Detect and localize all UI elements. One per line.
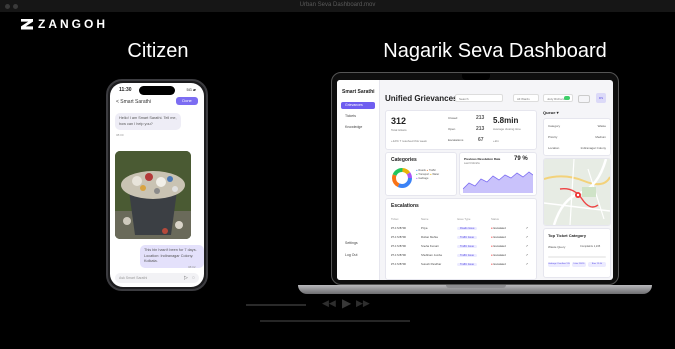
stats-card: 312 Total tickets +12% 7 resolved this w…	[385, 110, 537, 150]
location-map[interactable]	[543, 158, 611, 226]
open-ticket-icon[interactable]: ↗	[526, 250, 531, 259]
open-ticket-icon[interactable]: ↗	[526, 232, 531, 241]
tag-garbage-overflow[interactable]: Garbage Overflow 120	[548, 262, 570, 267]
window-title: Urban Seva Dashboard.mov	[299, 2, 376, 8]
avatar[interactable]: RS	[596, 93, 606, 103]
resolution-value: 79 %	[514, 156, 528, 162]
legend-item-garbage: ● Garbage	[416, 177, 429, 180]
user-message-time: 08:02	[188, 265, 196, 269]
zangoh-logo-icon	[21, 18, 33, 30]
volume-slider[interactable]	[246, 304, 306, 306]
fast-forward-icon[interactable]: ▶▶	[356, 298, 370, 309]
sidebar-item-tickets[interactable]: Tickets	[341, 113, 375, 120]
closed-value: 213	[476, 115, 485, 121]
queue-category-value: Waste	[597, 124, 606, 128]
sidebar-title: Smart Sarathi	[342, 89, 375, 95]
ward-filter-select[interactable]: All Wards	[513, 94, 539, 102]
queue-location-label: Location	[548, 146, 560, 150]
brand-name: ZANGOH	[38, 17, 108, 31]
sidebar-item-settings[interactable]: Settings	[341, 240, 375, 247]
chat-header-button[interactable]: Done	[176, 97, 198, 105]
queue-location-value: Indiranagar Colony	[580, 146, 606, 150]
rewind-icon[interactable]: ◀◀	[322, 298, 336, 309]
queue-priority-value: Medium	[595, 135, 606, 139]
table-row[interactable]: #T-1728790 Shubham Jumbe Traffic Issue ●…	[391, 250, 531, 259]
bot-message: Hello! I am Smart Sarathi. Tell me, how …	[115, 113, 181, 130]
status-toggle[interactable]	[564, 96, 570, 100]
garbage-photo[interactable]	[115, 151, 191, 239]
citizen-heading: Citizen	[127, 40, 189, 62]
page-title: Unified Grievances	[385, 94, 458, 103]
map-image	[544, 159, 610, 225]
sidebar-item-grievances[interactable]: Grievances	[341, 102, 375, 109]
escalations-label: Escalations	[448, 138, 464, 142]
laptop-camera-notch	[462, 74, 490, 80]
phone-screen: 11:30 5G ▰ < Smart Sarathi Done Hello! I…	[110, 83, 204, 287]
open-ticket-icon[interactable]: ↗	[526, 259, 531, 268]
resolution-area-chart	[463, 171, 533, 193]
top-category-count: Complaints 1,245	[580, 245, 601, 248]
video-controls: ◀◀ ▶ ▶▶	[230, 296, 440, 326]
top-category-name: Waste Query	[548, 245, 566, 249]
top-category-title: Top Ticket Category	[548, 233, 587, 238]
categories-card: Categories ● Roads ● Traffic ● Transport…	[385, 152, 457, 196]
sidebar-item-logout[interactable]: Log Out	[341, 252, 375, 259]
sidebar: Smart Sarathi Grievances Tickets Knowled…	[337, 80, 380, 280]
escalations-value: 67	[478, 137, 484, 143]
average-time-label: Average closing time	[493, 127, 521, 131]
escalations-card: Escalations Ticket Name Issue Type Statu…	[385, 198, 537, 280]
categories-title: Categories	[391, 157, 417, 163]
tag-litter[interactable]: Litter 160%	[572, 262, 586, 267]
top-category-divider	[548, 256, 606, 258]
back-button[interactable]: < Smart Sarathi	[116, 99, 151, 105]
top-category-card: Top Ticket Category Waste Query Complain…	[543, 228, 611, 278]
resolution-title: Previous Resolution Rate	[464, 157, 501, 161]
categories-donut-chart	[392, 168, 412, 188]
phone-time: 11:30	[119, 87, 132, 93]
overflowing-bin-image	[115, 151, 191, 239]
laptop-base-notch	[446, 285, 506, 288]
playback-scrubber[interactable]	[260, 320, 410, 322]
queue-category-label: Category	[548, 124, 561, 128]
phone-dynamic-island	[139, 86, 175, 95]
brand-logo: ZANGOH	[21, 17, 108, 31]
sidebar-item-knowledge[interactable]: Knowledge	[341, 124, 375, 131]
open-ticket-icon[interactable]: ↗	[526, 223, 531, 232]
table-row[interactable]: #T-1728790 Sneha Kumari Traffic Issue ● …	[391, 241, 531, 250]
search-input[interactable]: Search	[455, 94, 503, 102]
send-icon[interactable]: ▷	[184, 275, 188, 281]
open-value: 213	[476, 126, 485, 132]
escalations-title: Escalations	[391, 203, 419, 209]
table-header: Ticket Name Issue Type Status	[391, 216, 499, 221]
table-row[interactable]: #T-1728790 Rohan Mehta Traffic Issue ● E…	[391, 232, 531, 241]
microphone-icon[interactable]: ◌	[192, 275, 195, 281]
resolution-card: Previous Resolution Rate Last 6 Months 7…	[459, 152, 537, 196]
total-tickets-label: Total tickets	[391, 128, 407, 132]
queue-priority-label: Priority	[548, 135, 558, 139]
queue-card: Category Waste Priority Medium Location …	[543, 118, 611, 156]
dashboard-screen: Smart Sarathi Grievances Tickets Knowled…	[337, 80, 613, 280]
resolution-sub: Last 6 Months	[464, 162, 480, 165]
escalations-table: Ticket Name Issue Type Status #T-1728790…	[391, 214, 531, 268]
dashboard-heading: Nagarik Seva Dashboard	[383, 40, 607, 62]
table-row[interactable]: #T-1728790 Suresh Pandhar Traffic Issue …	[391, 259, 531, 268]
open-ticket-icon[interactable]: ↗	[526, 241, 531, 250]
table-row[interactable]: #T-1728790 Priya Roads Issue ● Escalated…	[391, 223, 531, 232]
total-tickets-sub: +12% 7 resolved this week	[391, 139, 427, 143]
average-time-sub: +2m	[493, 139, 499, 143]
bot-message-time: 08:00	[116, 133, 124, 137]
queue-title[interactable]: Queue ▾	[543, 110, 559, 115]
total-tickets-value: 312	[391, 116, 407, 126]
phone-status-icons: 5G ▰	[186, 87, 196, 92]
closed-label: Closed	[448, 116, 458, 120]
tag-bins[interactable]: Bins 15.4k	[588, 262, 606, 267]
open-label: Open	[448, 127, 456, 131]
average-time-value: 5.8min	[493, 116, 519, 125]
view-toggle[interactable]	[578, 95, 590, 103]
play-icon[interactable]: ▶	[342, 296, 351, 310]
